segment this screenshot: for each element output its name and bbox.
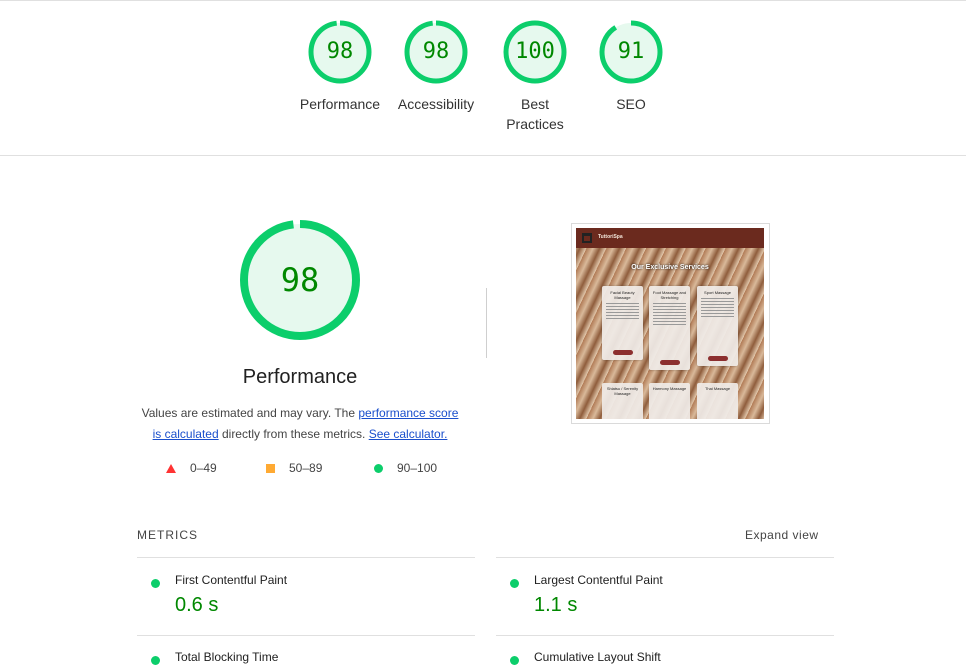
book-button	[613, 350, 633, 355]
see-calculator-link[interactable]: See calculator.	[369, 427, 448, 441]
service-card: Harmony Massage	[649, 383, 690, 419]
legend-average: 50–89	[266, 461, 322, 475]
site-heading: Our Exclusive Services	[631, 264, 709, 271]
service-card: Sport Massage	[697, 286, 738, 366]
description-text: directly from these metrics.	[218, 427, 369, 441]
legend-range: 0–49	[190, 461, 217, 475]
circle-icon	[374, 463, 383, 473]
service-card-title: Facial Beauty Massage	[610, 290, 635, 300]
pass-circle-icon	[510, 579, 519, 588]
metric-value: 0.6 s	[175, 594, 219, 616]
card-text-lines	[653, 303, 686, 325]
metric-cls: Cumulative Layout Shift	[496, 650, 834, 670]
metric-fcp: First Contentful Paint 0.6 s	[137, 573, 475, 623]
gauge-score: 98	[326, 39, 354, 64]
gauge-seo[interactable]: 91 SEO	[581, 20, 681, 114]
gauge-label: Performance	[299, 96, 381, 112]
gauge-score: 98	[280, 261, 320, 299]
page-screenshot: TuttoriSpa Our Exclusive Services Facial…	[576, 228, 764, 419]
book-button	[660, 360, 680, 365]
pass-circle-icon	[151, 579, 160, 588]
final-screenshot-thumbnail[interactable]: TuttoriSpa Our Exclusive Services Facial…	[571, 223, 770, 424]
service-card-title: Thai Massage	[704, 386, 731, 391]
performance-description: Values are estimated and may vary. The p…	[140, 403, 460, 445]
vertical-divider	[486, 288, 487, 358]
service-card: Facial Beauty Massage	[602, 286, 643, 360]
performance-gauge-large: 98	[240, 220, 360, 340]
gauge-label: SEO	[616, 96, 646, 112]
service-card-title: Harmony Massage	[652, 386, 687, 391]
expand-view-button[interactable]: Expand view	[745, 528, 819, 542]
gauge-label: Accessibility	[397, 96, 475, 112]
torii-logo-icon	[582, 233, 592, 243]
card-text-lines	[606, 303, 639, 319]
gauge-performance[interactable]: 98 Performance	[290, 20, 390, 114]
gauge-score: 91	[617, 39, 645, 64]
service-card: Shiatsu / Serenity Massage	[602, 383, 643, 419]
service-card-title: Sport Massage	[704, 290, 731, 295]
legend-range: 90–100	[397, 461, 438, 475]
service-card: Foot Massage and Stretching	[649, 286, 690, 370]
category-gauges: 98 Performance 98 Accessibility 100 Best…	[0, 0, 966, 156]
legend-fail: 0–49	[166, 461, 217, 475]
metrics-header: METRICS	[137, 528, 198, 542]
pass-circle-icon	[151, 656, 160, 665]
site-header: TuttoriSpa	[576, 228, 764, 248]
service-card-title: Shiatsu / Serenity Massage	[606, 386, 639, 396]
performance-title: Performance	[242, 366, 358, 388]
metric-name: Total Blocking Time	[175, 650, 279, 664]
description-text: Values are estimated and may vary. The	[141, 406, 359, 420]
metric-tbt: Total Blocking Time	[137, 650, 475, 670]
metric-divider	[137, 635, 475, 636]
legend-range: 50–89	[289, 461, 323, 475]
metric-value: 1.1 s	[534, 594, 578, 616]
metric-name: Largest Contentful Paint	[534, 573, 663, 587]
legend-pass: 90–100	[374, 461, 437, 475]
metric-lcp: Largest Contentful Paint 1.1 s	[496, 573, 834, 623]
gauge-accessibility[interactable]: 98 Accessibility	[386, 20, 486, 114]
service-card-title: Foot Massage and Stretching	[652, 290, 687, 300]
metric-divider	[137, 557, 475, 558]
metric-divider	[496, 635, 834, 636]
metric-name: Cumulative Layout Shift	[534, 650, 661, 664]
square-icon	[266, 463, 275, 473]
metric-divider	[496, 557, 834, 558]
gauge-score: 100	[515, 39, 555, 64]
book-button	[708, 356, 728, 361]
pass-circle-icon	[510, 656, 519, 665]
triangle-icon	[166, 463, 176, 473]
service-card: Thai Massage	[697, 383, 738, 419]
card-text-lines	[701, 298, 734, 317]
gauge-label: Best Practices	[506, 96, 564, 132]
gauge-score: 98	[422, 39, 450, 64]
site-brand: TuttoriSpa	[598, 234, 623, 240]
metric-name: First Contentful Paint	[175, 573, 288, 587]
gauge-best-practices[interactable]: 100 Best Practices	[485, 20, 585, 134]
